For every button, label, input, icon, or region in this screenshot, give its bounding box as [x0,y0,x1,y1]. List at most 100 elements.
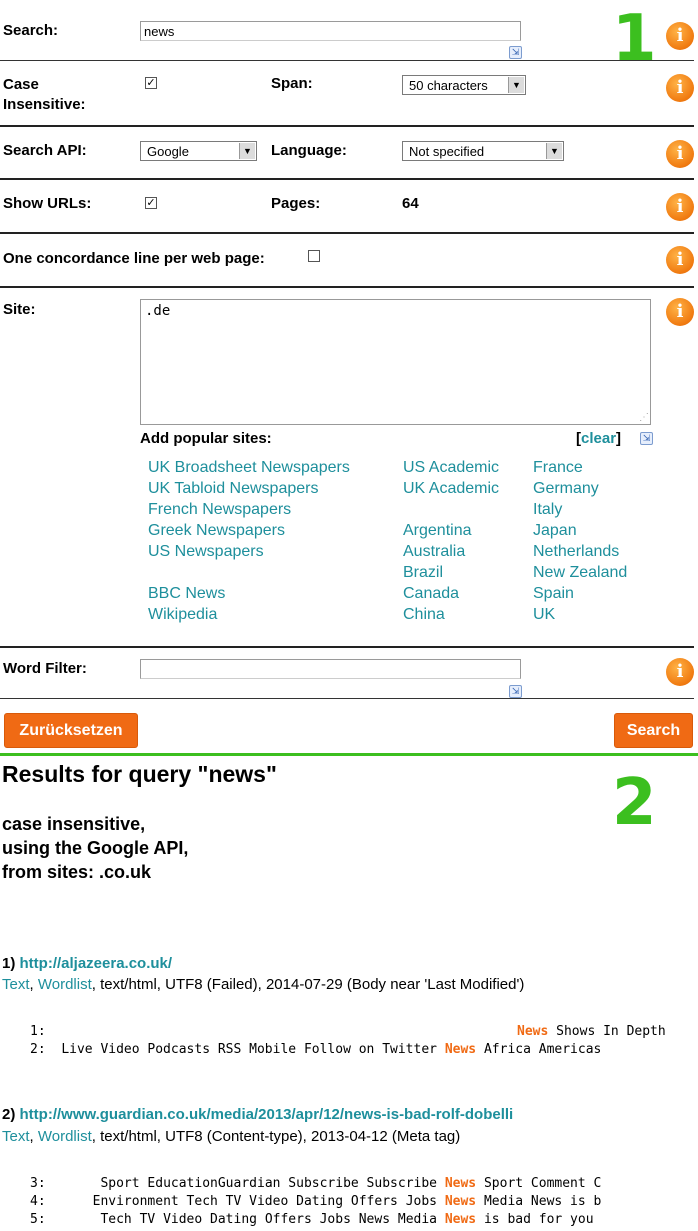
pages-value: 64 [402,195,419,212]
line-number: 4: [30,1194,46,1209]
site-textarea[interactable]: .de [140,299,651,425]
results-summary-case: case insensitive, [2,814,146,834]
result-number: 1) [2,955,16,972]
result-meta-text: , text/html, UTF8 (Failed), 2014-07-29 (… [91,976,525,993]
site-link-wikipedia[interactable]: Wikipedia [148,606,217,624]
right-context: Media News is b [483,1194,602,1209]
line-number: 1: [30,1024,46,1039]
one-line-checkbox[interactable] [308,250,320,262]
concordance-line: 2: Live Video Podcasts RSS Mobile Follow… [30,1042,601,1057]
resize-grip-icon[interactable]: ⋰ [639,412,649,423]
result-number: 2) [2,1106,16,1123]
span-select[interactable]: 50 characters ▼ [402,75,526,95]
search-button[interactable]: Search [614,713,693,748]
result-meta-text: , text/html, UTF8 (Content-type), 2013-0… [91,1128,461,1145]
site-link-australia[interactable]: Australia [403,543,465,561]
word-filter-input[interactable] [140,659,521,679]
results-heading: Results for query "news" [2,761,277,787]
pages-label: Pages: [271,195,321,212]
results-summary-api: using the Google API, [2,838,189,858]
site-link-new-zealand[interactable]: New Zealand [533,564,627,582]
site-link-argentina[interactable]: Argentina [403,522,472,540]
keyword-hit: News [444,1194,477,1209]
info-icon[interactable]: i [666,140,694,168]
site-expand-icon[interactable]: ⇲ [640,432,653,445]
divider [0,646,694,648]
divider [0,178,694,180]
site-link-canada[interactable]: Canada [403,585,459,603]
left-context: Sport EducationGuardian Subscribe Subscr… [100,1176,437,1191]
info-icon[interactable]: i [666,193,694,221]
line-number: 3: [30,1176,46,1191]
site-link-uk[interactable]: UK [533,606,555,624]
clear-link[interactable]: clear [581,430,616,447]
site-link-uk-tabloid[interactable]: UK Tabloid Newspapers [148,480,318,498]
info-icon[interactable]: i [666,246,694,274]
site-link-spain[interactable]: Spain [533,585,574,603]
result-meta: Text, Wordlist, text/html, UTF8 (Failed)… [2,976,525,993]
info-icon[interactable]: i [666,298,694,326]
search-api-select[interactable]: Google ▼ [140,141,257,161]
search-api-label: Search API: [3,142,87,159]
span-label: Span: [271,75,313,92]
concordance-line-content: News Shows In Depth [517,1024,666,1039]
concordance-line: 1: [30,1024,46,1039]
left-context: Environment Tech TV Video Dating Offers … [92,1194,437,1209]
concordance-line: 3: Sport EducationGuardian Subscribe Sub… [30,1176,601,1191]
divider [0,232,694,234]
text-link[interactable]: Text [2,1128,30,1145]
search-expand-icon[interactable]: ⇲ [509,46,522,59]
word-filter-expand-icon[interactable]: ⇲ [509,685,522,698]
chevron-down-icon: ▼ [239,143,255,159]
search-api-value: Google [147,144,189,159]
keyword-hit: News [444,1176,477,1191]
site-link-uk-broadsheet[interactable]: UK Broadsheet Newspapers [148,459,350,477]
right-context: is bad for you [483,1212,594,1227]
result-meta: Text, Wordlist, text/html, UTF8 (Content… [2,1128,461,1145]
site-link-italy[interactable]: Italy [533,501,562,519]
left-context: Live Video Podcasts RSS Mobile Follow on… [61,1042,437,1057]
wordlist-link[interactable]: Wordlist [38,1128,92,1145]
reset-button[interactable]: Zurücksetzen [4,713,138,748]
language-label: Language: [271,142,347,159]
search-input[interactable]: news [140,21,521,41]
site-link-japan[interactable]: Japan [533,522,577,540]
info-icon[interactable]: i [666,658,694,686]
site-link-netherlands[interactable]: Netherlands [533,543,619,561]
result-title: 1) http://aljazeera.co.uk/ [2,955,172,972]
chevron-down-icon: ▼ [546,143,562,159]
clear-control: [clear] [576,430,622,447]
info-icon[interactable]: i [666,22,694,50]
keyword-hit: News [444,1042,477,1057]
result-url-link[interactable]: http://aljazeera.co.uk/ [20,955,173,972]
one-line-label: One concordance line per web page: [3,250,265,267]
span-select-value: 50 characters [409,78,488,93]
language-value: Not specified [409,144,485,159]
result-url-link[interactable]: http://www.guardian.co.uk/media/2013/apr… [20,1106,514,1123]
search-label: Search: [3,22,59,39]
site-link-germany[interactable]: Germany [533,480,599,498]
site-link-us-newspapers[interactable]: US Newspapers [148,543,264,561]
site-link-china[interactable]: China [403,606,445,624]
language-select[interactable]: Not specified ▼ [402,141,564,161]
text-link[interactable]: Text [2,976,30,993]
site-link-uk-academic[interactable]: UK Academic [403,480,499,498]
site-link-france[interactable]: France [533,459,583,477]
word-filter-label: Word Filter: [3,660,87,677]
site-link-us-academic[interactable]: US Academic [403,459,499,477]
wordlist-link[interactable]: Wordlist [38,976,92,993]
show-urls-checkbox[interactable]: ✓ [145,197,157,209]
divider [0,698,694,699]
site-link-french-newspapers[interactable]: French Newspapers [148,501,291,519]
site-link-bbc-news[interactable]: BBC News [148,585,225,603]
site-link-greek-newspapers[interactable]: Greek Newspapers [148,522,285,540]
info-icon[interactable]: i [666,74,694,102]
divider [0,60,694,61]
popular-sites-label: Add popular sites: [140,430,272,447]
keyword-hit: News [517,1024,549,1039]
case-insensitive-checkbox[interactable]: ✓ [145,77,157,89]
results-summary-sites: from sites: .co.uk [2,862,152,882]
line-number: 5: [30,1212,46,1227]
site-link-brazil[interactable]: Brazil [403,564,443,582]
annotation-2: 2 [612,766,657,840]
